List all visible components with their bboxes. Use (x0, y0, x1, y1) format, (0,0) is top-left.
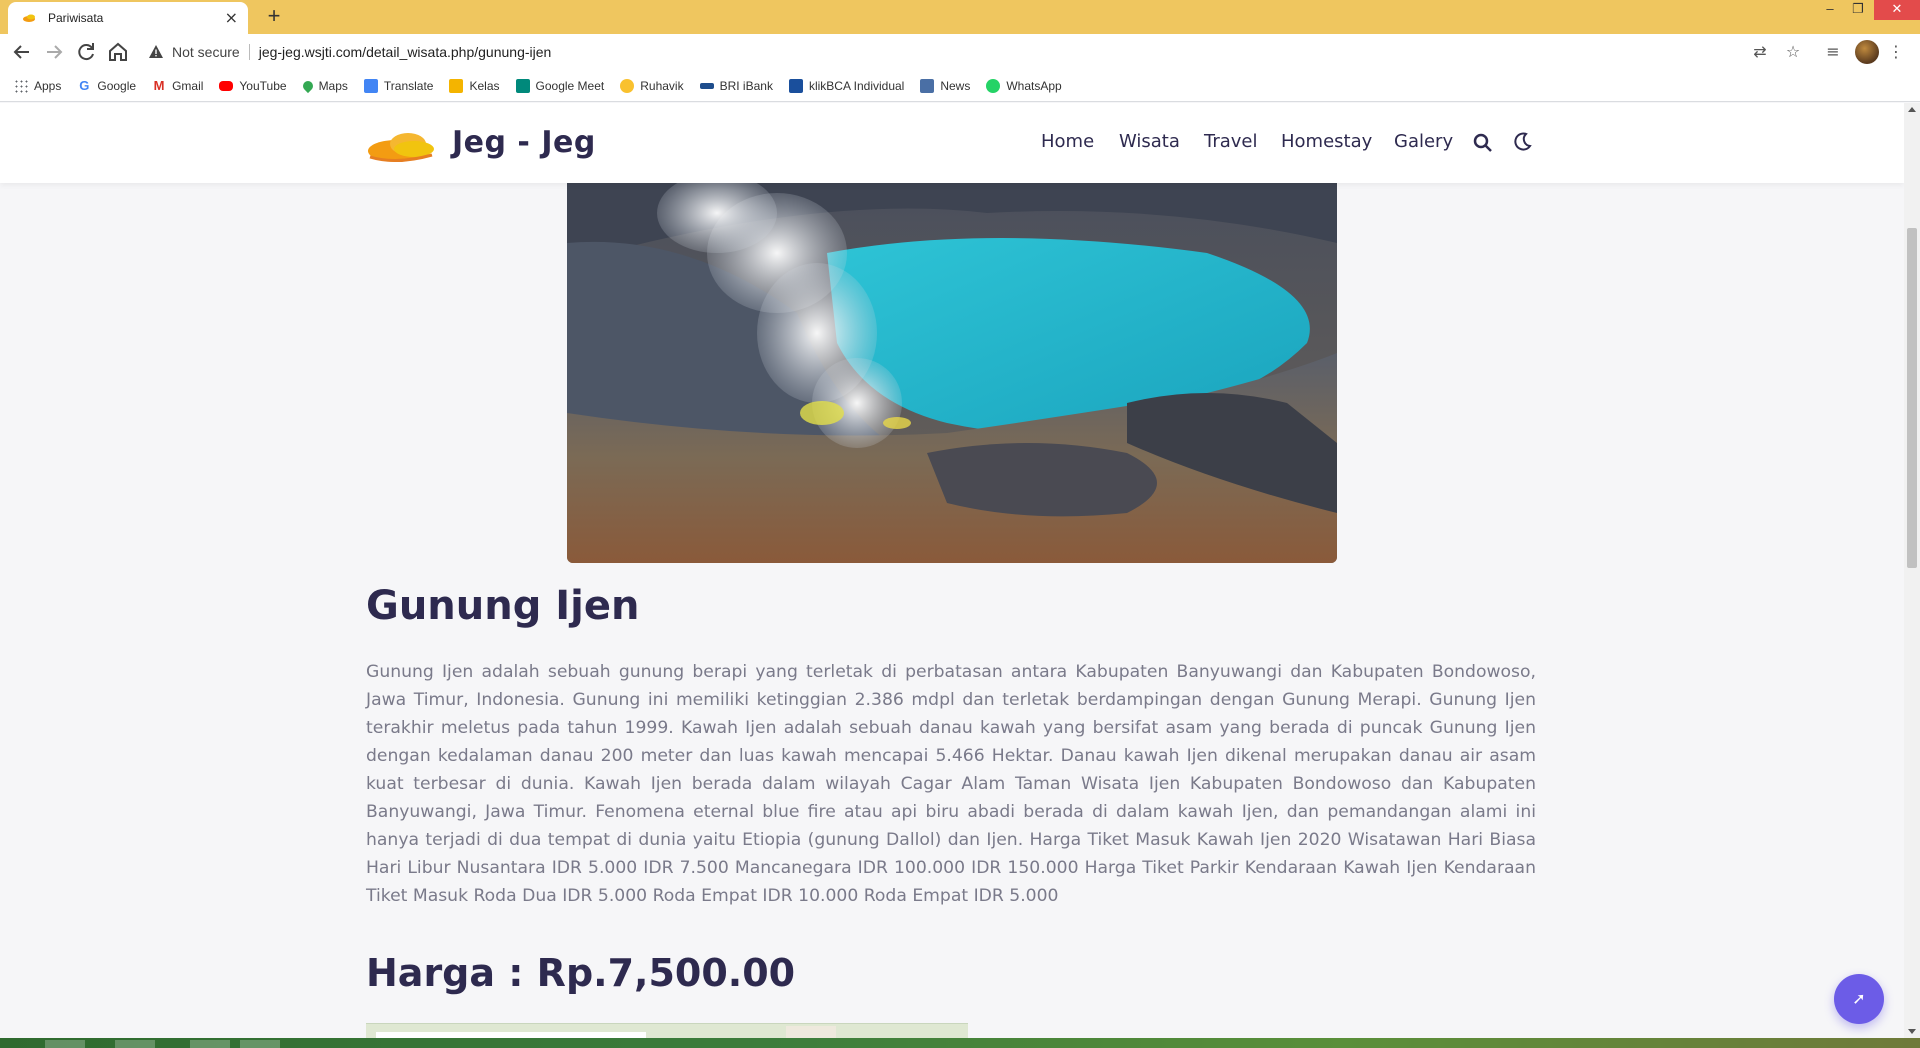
ruhavik-icon (620, 78, 635, 93)
browser-toolbar: Not secure jeg-jeg.wsjti.com/detail_wisa… (0, 34, 1920, 70)
taskbar-item[interactable] (190, 1040, 230, 1048)
bookmark-maps[interactable]: Maps (300, 78, 348, 93)
reading-list-icon[interactable]: ≡ (1823, 42, 1843, 62)
bookmark-gmail[interactable]: M Gmail (152, 77, 204, 93)
destination-title: Gunung Ijen (366, 583, 640, 629)
minimize-button[interactable]: – (1816, 0, 1844, 20)
reload-button[interactable] (74, 40, 98, 64)
menu-kebab-icon[interactable]: ⋮ (1886, 42, 1906, 62)
site-brand[interactable]: Jeg - Jeg (452, 125, 596, 160)
scroll-up-arrow-icon[interactable] (1908, 107, 1916, 112)
bookmark-google[interactable]: G Google (77, 77, 136, 93)
nav-galery[interactable]: Galery (1394, 131, 1453, 152)
url-text[interactable]: jeg-jeg.wsjti.com/detail_wisata.php/gunu… (259, 44, 552, 60)
bookmark-whatsapp[interactable]: WhatsApp (986, 78, 1062, 93)
tab-title: Pariwisata (48, 11, 104, 25)
news-icon (920, 78, 935, 93)
taskbar-item[interactable] (240, 1040, 280, 1048)
site-favicon-icon (23, 14, 35, 22)
tab-close-icon[interactable]: × (225, 10, 238, 26)
close-window-button[interactable]: ✕ (1874, 0, 1920, 20)
page-viewport: Jeg - Jeg Home Wisata Travel Homestay Ga… (0, 103, 1904, 1038)
new-tab-button[interactable]: + (262, 5, 286, 29)
os-taskbar (0, 1038, 1920, 1048)
youtube-icon (219, 80, 234, 91)
taskbar-item[interactable] (45, 1040, 85, 1048)
translate-icon (363, 78, 378, 93)
classroom-icon (449, 78, 464, 93)
crater-lake-image (567, 183, 1337, 563)
nav-homestay[interactable]: Homestay (1281, 131, 1372, 152)
back-button[interactable] (10, 40, 34, 64)
home-icon (109, 42, 127, 61)
restore-button[interactable]: ❐ (1844, 0, 1872, 20)
meet-icon (515, 78, 530, 93)
site-header: Jeg - Jeg Home Wisata Travel Homestay Ga… (0, 103, 1904, 183)
back-arrow-icon (13, 45, 29, 59)
bookmark-bri-ibank[interactable]: BRI iBank (699, 79, 773, 93)
address-bar[interactable]: Not secure jeg-jeg.wsjti.com/detail_wisa… (140, 38, 1780, 66)
map-block (786, 1026, 836, 1038)
scroll-down-arrow-icon[interactable] (1908, 1029, 1916, 1034)
profile-avatar[interactable] (1855, 40, 1879, 64)
bca-icon (788, 78, 803, 93)
bookmark-klikbca[interactable]: klikBCA Individual (788, 78, 904, 93)
destination-description: Gunung Ijen adalah sebuah gunung berapi … (366, 662, 1536, 906)
nav-home[interactable]: Home (1041, 131, 1094, 152)
forward-button[interactable] (42, 40, 66, 64)
scrollbar-thumb[interactable] (1907, 228, 1917, 568)
dark-mode-moon-icon[interactable] (1511, 131, 1533, 153)
page-scrollbar[interactable] (1904, 103, 1920, 1038)
not-secure-warning-icon[interactable] (148, 44, 164, 60)
bookmark-translate[interactable]: Translate (363, 78, 433, 93)
omnibox-divider (248, 44, 250, 60)
back-to-top-icon: ➚ (1852, 989, 1866, 1008)
taskbar-item[interactable] (115, 1040, 155, 1048)
nav-wisata[interactable]: Wisata (1119, 131, 1180, 152)
home-button[interactable] (106, 40, 130, 64)
google-icon: G (79, 77, 90, 93)
apps-grid-icon (14, 78, 28, 93)
reload-icon (78, 43, 94, 61)
location-map[interactable] (366, 1023, 968, 1038)
translate-page-icon[interactable]: ⇄ (1750, 42, 1770, 62)
bri-icon (699, 82, 714, 89)
bookmark-star-icon[interactable]: ☆ (1783, 42, 1803, 62)
back-to-top-button[interactable]: ➚ (1834, 974, 1884, 1024)
gmail-icon: M (153, 77, 165, 93)
search-icon[interactable] (1473, 133, 1493, 153)
nav-travel[interactable]: Travel (1204, 131, 1258, 152)
forward-arrow-icon (47, 45, 63, 59)
maps-pin-icon (300, 78, 315, 93)
bookmark-apps[interactable]: Apps (14, 78, 61, 93)
security-label[interactable]: Not secure (172, 44, 240, 60)
bookmark-youtube[interactable]: YouTube (219, 79, 287, 93)
destination-photo (567, 183, 1337, 563)
bookmarks-bar: Apps G Google M Gmail YouTube Maps Transla… (0, 70, 1920, 102)
browser-tab[interactable]: Pariwisata × (8, 2, 248, 34)
bookmark-news[interactable]: News (920, 78, 970, 93)
bookmark-google-meet[interactable]: Google Meet (515, 78, 604, 93)
browser-tab-strip: Pariwisata × + – ❐ ✕ (0, 0, 1920, 34)
bookmark-ruhavik[interactable]: Ruhavik (620, 78, 684, 93)
site-logo[interactable] (366, 125, 436, 165)
whatsapp-icon (986, 78, 1001, 93)
destination-price: Harga : Rp.7,500.00 (366, 951, 796, 995)
bookmark-kelas[interactable]: Kelas (449, 78, 500, 93)
